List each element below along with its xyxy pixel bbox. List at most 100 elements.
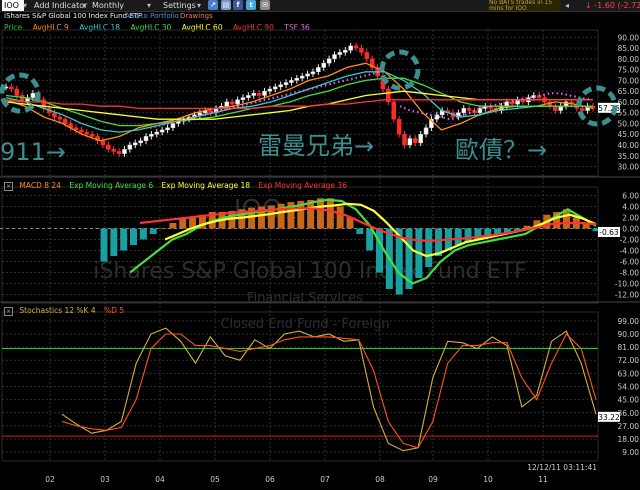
stoch-y-tick-label: 36.00 bbox=[618, 409, 640, 418]
price-candle bbox=[170, 123, 176, 129]
macd-y-tick-label: -10.00 bbox=[615, 280, 639, 289]
price-candle bbox=[321, 62, 326, 68]
price-candle bbox=[116, 151, 122, 154]
price-candle bbox=[224, 101, 230, 107]
x-tick-label: 04 bbox=[155, 475, 165, 484]
macd-histogram-bar bbox=[376, 228, 384, 273]
price-candle bbox=[246, 95, 251, 98]
annotation-lehman: 雷曼兄弟→ bbox=[258, 132, 374, 160]
price-candle bbox=[149, 133, 154, 137]
macd-close-icon[interactable]: × bbox=[4, 182, 13, 191]
price-candle bbox=[256, 93, 262, 96]
price-y-tick-label: 30.00 bbox=[618, 163, 640, 172]
price-candle bbox=[197, 112, 203, 116]
price-candle bbox=[337, 52, 343, 55]
price-candle bbox=[262, 90, 267, 96]
price-candle bbox=[326, 58, 332, 64]
macd-histogram-bar bbox=[425, 228, 433, 267]
macd-y-tick-label: 4.00 bbox=[622, 203, 639, 212]
macd-histogram-bar bbox=[110, 228, 118, 256]
legend-stoch-k: Stochastics 12 %K 4 bbox=[19, 306, 96, 315]
price-candle bbox=[283, 82, 289, 85]
stoch-y-tick-label: 90.00 bbox=[618, 330, 640, 339]
annotation-euro-debt: 歐債？→ bbox=[455, 136, 547, 164]
macd-y-tick-label: 2.00 bbox=[622, 214, 639, 223]
price-candle bbox=[343, 49, 348, 53]
macd-histogram-bar bbox=[130, 228, 138, 245]
price-candle bbox=[466, 108, 472, 111]
x-tick-label: 07 bbox=[320, 475, 330, 484]
price-candle bbox=[305, 73, 310, 77]
price-candle bbox=[289, 80, 294, 83]
price-candle bbox=[30, 93, 36, 98]
price-candle bbox=[154, 131, 160, 135]
price-candle bbox=[132, 142, 138, 146]
price-candle bbox=[267, 88, 273, 92]
macd-legend: × MACD 8 24 Exp Moving Average 6 Exp Mov… bbox=[4, 181, 347, 191]
x-tick-label: 06 bbox=[265, 475, 275, 484]
price-candle bbox=[240, 97, 246, 101]
price-candle bbox=[84, 131, 90, 135]
price-candle bbox=[348, 45, 353, 51]
price-candle bbox=[100, 140, 106, 146]
price-y-tick-label: 60.00 bbox=[618, 98, 640, 107]
macd-histogram-bar bbox=[139, 228, 147, 240]
price-candle bbox=[111, 149, 116, 152]
price-y-tick-label: 75.00 bbox=[618, 66, 640, 75]
macd-histogram-bar bbox=[454, 228, 462, 245]
macd-histogram-bar bbox=[149, 228, 157, 234]
price-candle bbox=[418, 133, 423, 144]
macd-histogram-bar bbox=[326, 198, 334, 229]
price-candle bbox=[159, 129, 165, 133]
macd-histogram-bar bbox=[316, 198, 324, 229]
watermark-sector: Financial Services bbox=[247, 291, 363, 306]
price-candle bbox=[391, 101, 396, 120]
stoch-close-icon[interactable]: × bbox=[4, 307, 13, 316]
legend-macd: MACD 8 24 bbox=[19, 181, 61, 190]
macd-histogram-bar bbox=[120, 228, 128, 251]
stoch-y-tick-label: 72.00 bbox=[618, 356, 640, 365]
macd-last-value: -0.63 bbox=[599, 228, 619, 237]
stoch-y-tick-label: 27.00 bbox=[618, 422, 640, 431]
x-tick-label: 05 bbox=[210, 475, 220, 484]
x-tick-label: 09 bbox=[428, 475, 438, 484]
legend-stoch-d: %D 5 bbox=[104, 306, 125, 315]
macd-histogram-bar bbox=[169, 223, 177, 229]
price-candle bbox=[461, 108, 467, 113]
price-candle bbox=[316, 67, 321, 73]
macd-histogram-bar bbox=[336, 206, 344, 229]
price-candle bbox=[229, 101, 235, 105]
price-candle bbox=[143, 136, 149, 141]
macd-y-tick-label: -12.00 bbox=[615, 291, 639, 300]
price-candle bbox=[558, 105, 563, 111]
price-candle bbox=[413, 138, 418, 144]
macd-histogram-bar bbox=[356, 228, 364, 234]
stoch-y-tick-label: 9.00 bbox=[622, 448, 639, 457]
macd-y-tick-label: -2.00 bbox=[620, 236, 640, 245]
x-tick-label: 08 bbox=[375, 475, 385, 484]
watermark-name: iShares S&P Global 100 Index Fund ETF bbox=[93, 259, 526, 284]
macd-y-tick-label: -8.00 bbox=[620, 269, 640, 278]
stoch-y-tick-label: 45.00 bbox=[618, 396, 640, 405]
price-y-tick-label: 55.00 bbox=[618, 109, 640, 118]
macd-y-tick-label: 6.00 bbox=[622, 192, 639, 201]
price-candle bbox=[138, 140, 143, 144]
macd-histogram-bar bbox=[100, 228, 108, 262]
annotation-911: 911→ bbox=[0, 138, 66, 166]
stoch-y-tick-label: 81.00 bbox=[618, 343, 640, 352]
price-candle bbox=[364, 52, 370, 60]
price-candle bbox=[310, 71, 316, 75]
stoch-y-tick-label: 99.00 bbox=[618, 317, 640, 326]
price-candle bbox=[79, 129, 84, 133]
price-candle bbox=[579, 108, 585, 111]
price-candle bbox=[332, 54, 337, 60]
price-y-tick-label: 50.00 bbox=[618, 119, 640, 128]
price-y-tick-label: 85.00 bbox=[618, 44, 640, 53]
price-candle bbox=[299, 75, 305, 79]
price-candle bbox=[553, 105, 558, 111]
stoch-y-tick-label: 18.00 bbox=[618, 435, 640, 444]
price-candle bbox=[52, 112, 57, 118]
price-y-tick-label: 40.00 bbox=[618, 141, 640, 150]
legend-ema36: Exp Moving Average 36 bbox=[258, 181, 347, 190]
price-candle bbox=[251, 93, 256, 96]
